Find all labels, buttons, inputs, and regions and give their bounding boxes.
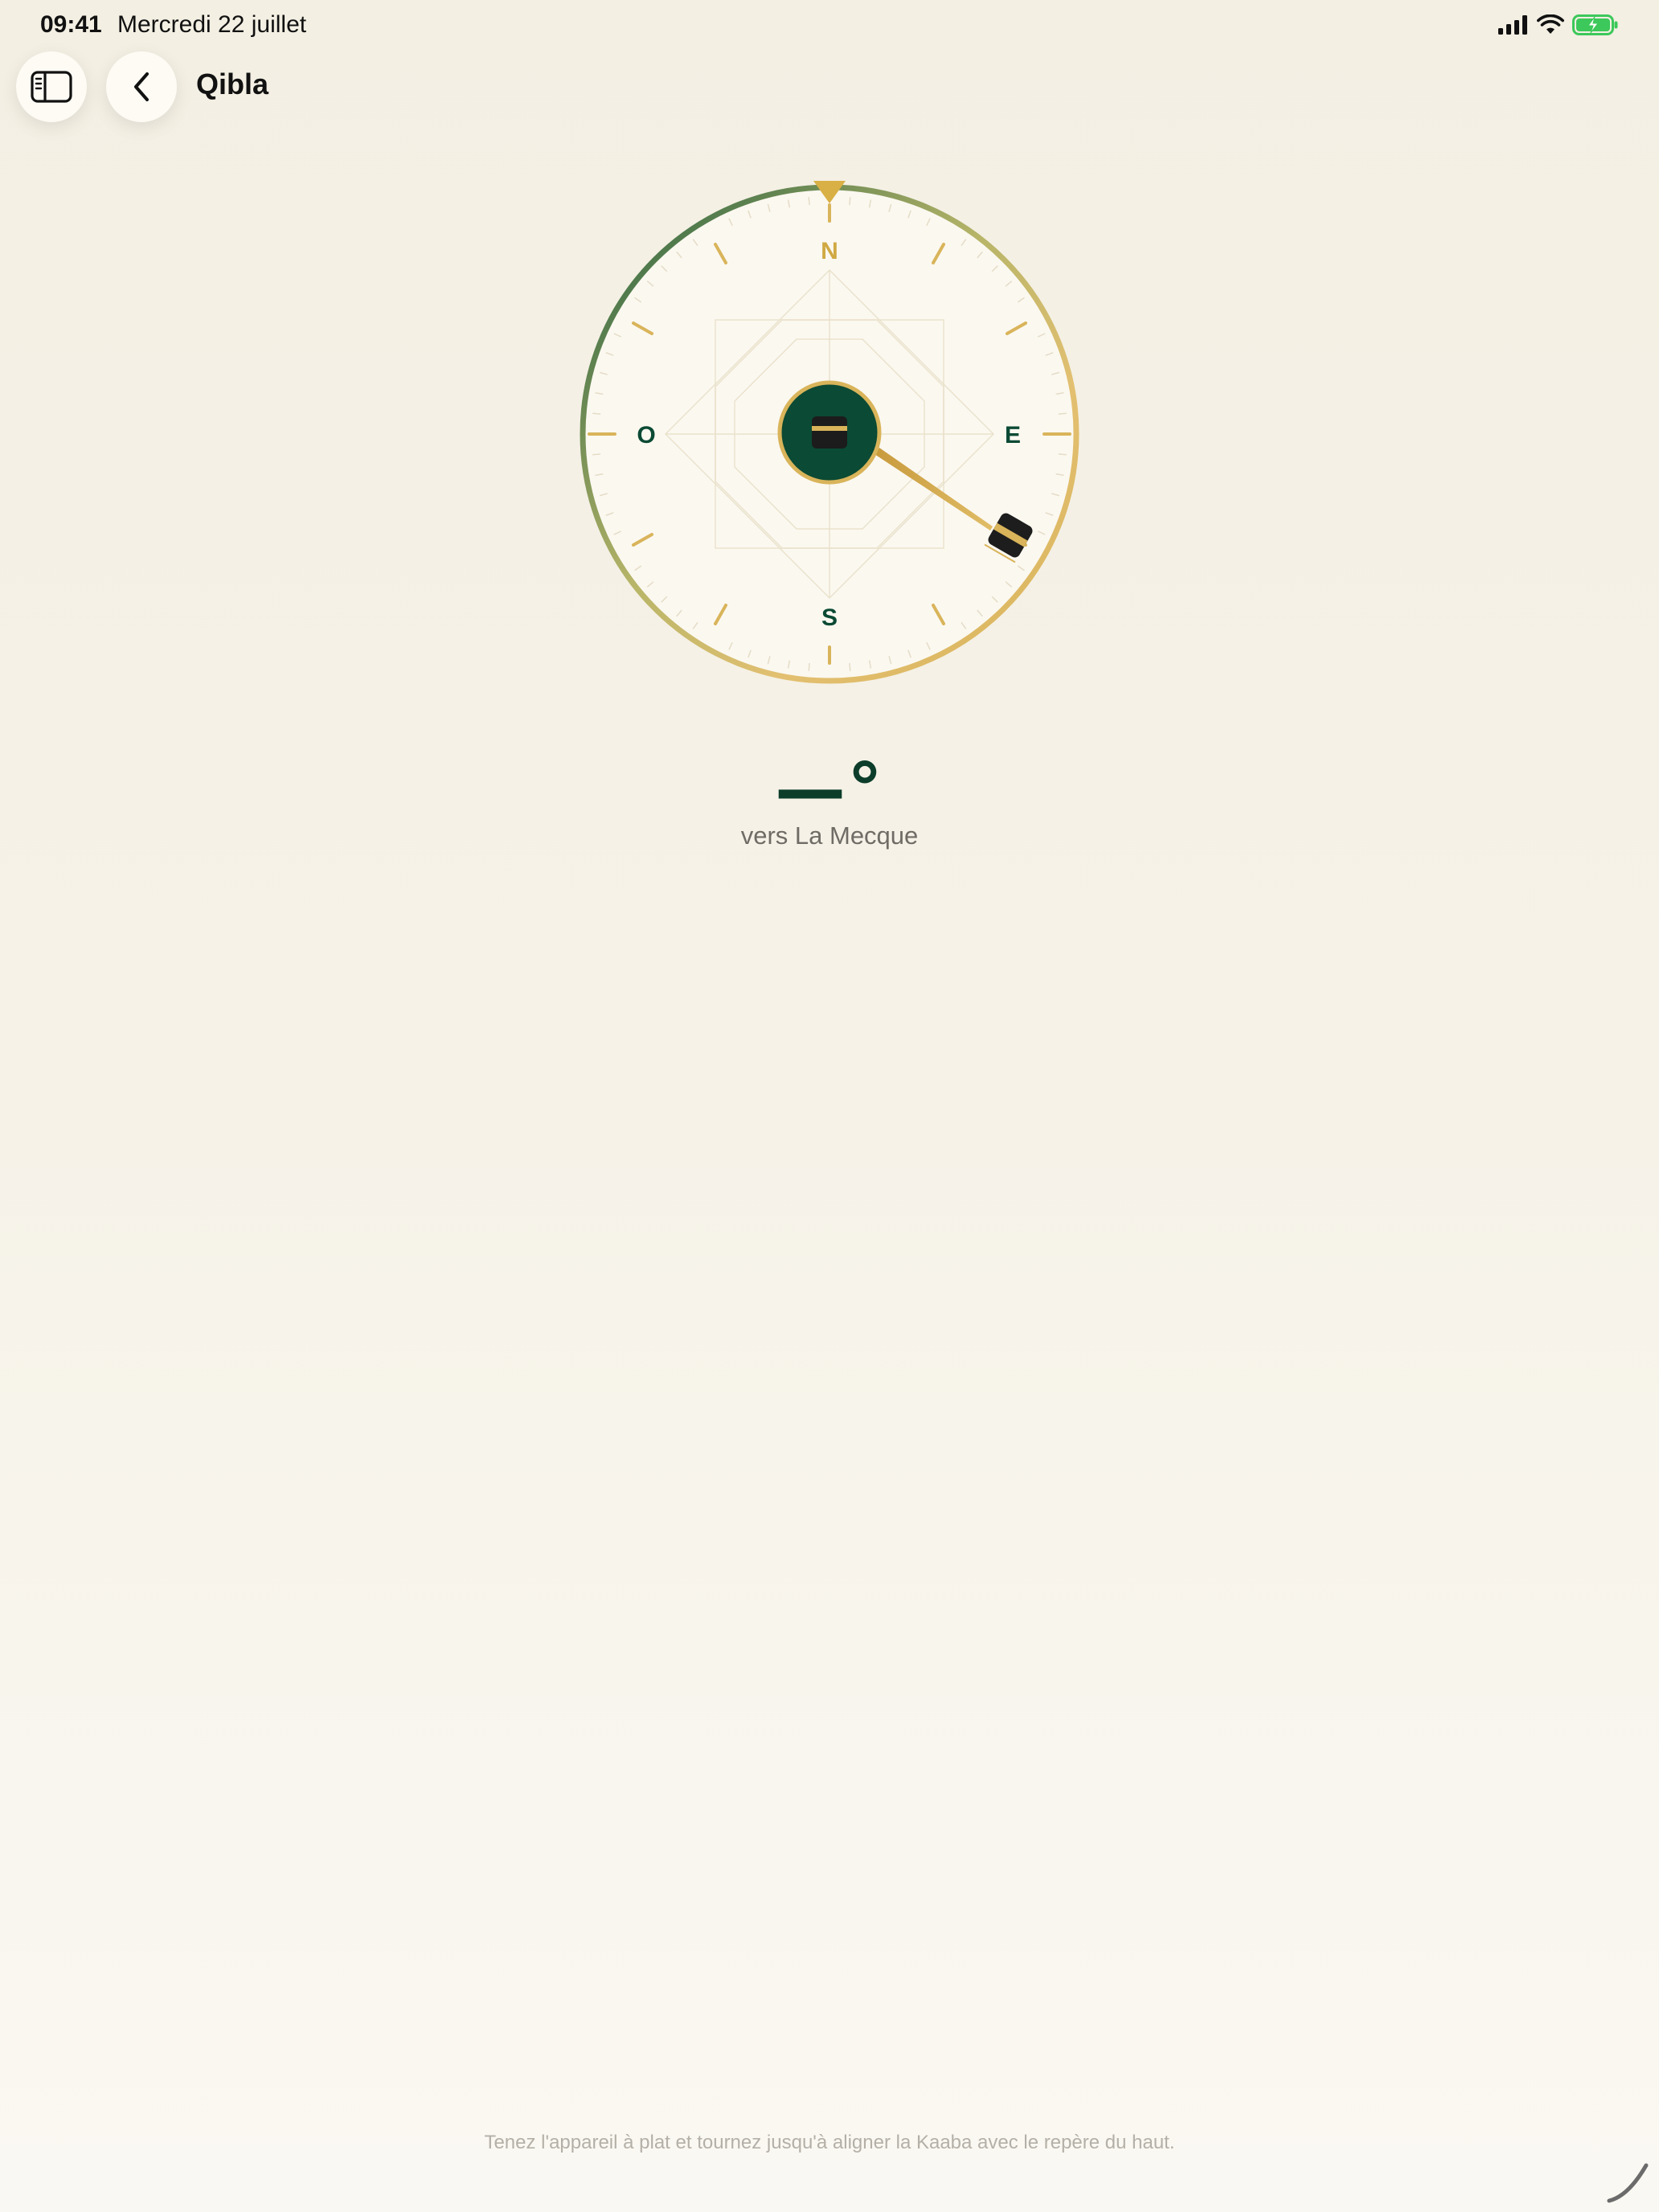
- cardinal-east: E: [1005, 422, 1021, 449]
- heading-degree-value: —°: [775, 748, 884, 830]
- compass-minor-tick: [592, 453, 601, 456]
- compass-minor-tick: [1058, 412, 1067, 415]
- cellular-signal-icon: [1498, 15, 1527, 35]
- sidebar-toggle-button[interactable]: [16, 51, 87, 122]
- qibla-compass: N E S O: [580, 181, 1079, 684]
- cardinal-west: O: [637, 422, 655, 449]
- page-title: Qibla: [196, 68, 269, 100]
- status-icons: [1498, 14, 1619, 35]
- sidebar-icon: [31, 71, 72, 103]
- status-time: 09:41: [40, 11, 102, 38]
- heading-label: vers La Mecque: [740, 821, 919, 850]
- kaaba-icon: [812, 416, 847, 449]
- heading-readout: —°: [0, 748, 1659, 830]
- back-button[interactable]: [106, 51, 177, 122]
- compass-minor-tick: [592, 412, 601, 415]
- cardinal-south: S: [821, 604, 838, 631]
- home-indicator-corner-icon: [1607, 2163, 1649, 2203]
- battery-charging-icon: [1572, 14, 1618, 35]
- instruction-hint: Tenez l'appareil à plat et tournez jusqu…: [484, 2132, 1175, 2153]
- wifi-icon: [1537, 14, 1564, 34]
- compass-minor-tick: [1058, 453, 1067, 456]
- status-date: Mercredi 22 juillet: [117, 11, 307, 38]
- status-bar: 09:41 Mercredi 22 juillet: [0, 0, 1659, 51]
- cardinal-north: N: [821, 238, 838, 264]
- chevron-left-icon: [134, 72, 149, 101]
